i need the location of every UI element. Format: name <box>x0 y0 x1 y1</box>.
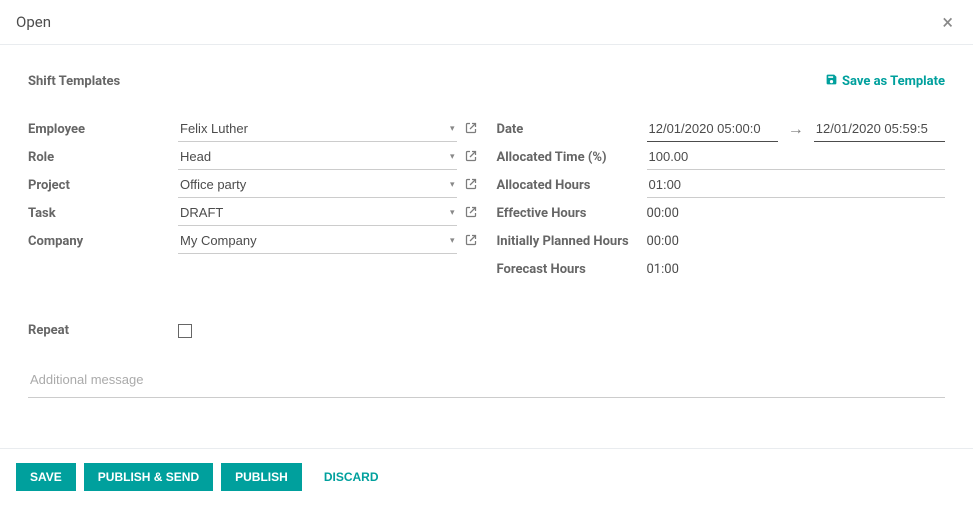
project-label: Project <box>28 178 178 193</box>
additional-message-field[interactable] <box>28 366 945 398</box>
effective-hours-value: 00:00 <box>647 206 679 221</box>
repeat-checkbox[interactable] <box>178 324 192 338</box>
planned-hours-row: Initially Planned Hours 00:00 <box>497 227 946 255</box>
forecast-hours-value: 01:00 <box>647 262 679 277</box>
employee-select[interactable]: ▾ <box>178 116 457 142</box>
publish-button[interactable]: Publish <box>221 463 302 491</box>
publish-send-button[interactable]: Publish & Send <box>84 463 213 491</box>
employee-input[interactable] <box>178 119 457 138</box>
project-input[interactable] <box>178 175 457 194</box>
shift-templates-label: Shift Templates <box>28 74 120 89</box>
planned-hours-value: 00:00 <box>647 234 679 249</box>
external-link-icon[interactable] <box>465 234 477 248</box>
save-as-template-label: Save as Template <box>842 74 945 89</box>
modal-body: Shift Templates Save as Template Employe… <box>0 45 973 408</box>
alloc-time-row: Allocated Time (%) <box>497 143 946 171</box>
external-link-icon[interactable] <box>465 122 477 136</box>
alloc-time-field[interactable] <box>647 144 946 170</box>
effective-hours-label: Effective Hours <box>497 206 647 221</box>
modal-footer: Save Publish & Send Publish Discard <box>0 448 973 509</box>
alloc-hours-row: Allocated Hours <box>497 171 946 199</box>
repeat-label: Repeat <box>28 323 178 338</box>
forecast-hours-row: Forecast Hours 01:00 <box>497 255 946 283</box>
repeat-row: Repeat <box>28 323 945 338</box>
floppy-icon <box>825 73 838 89</box>
project-row: Project ▾ <box>28 171 477 199</box>
date-row: Date → <box>497 115 946 143</box>
date-start-input[interactable] <box>647 119 778 138</box>
date-label: Date <box>497 122 647 137</box>
role-label: Role <box>28 150 178 165</box>
company-select[interactable]: ▾ <box>178 228 457 254</box>
employee-label: Employee <box>28 122 178 137</box>
alloc-hours-field[interactable] <box>647 172 946 198</box>
date-end-field[interactable] <box>814 116 945 142</box>
alloc-time-input[interactable] <box>647 147 946 166</box>
external-link-icon[interactable] <box>465 178 477 192</box>
task-label: Task <box>28 206 178 221</box>
save-button[interactable]: Save <box>16 463 76 491</box>
modal-header: Open × <box>0 0 973 45</box>
task-row: Task ▾ <box>28 199 477 227</box>
date-start-field[interactable] <box>647 116 778 142</box>
modal-open-shift: Open × Shift Templates Save as Template … <box>0 0 973 509</box>
external-link-icon[interactable] <box>465 150 477 164</box>
top-row: Shift Templates Save as Template <box>28 73 945 89</box>
company-input[interactable] <box>178 231 457 250</box>
alloc-hours-input[interactable] <box>647 175 946 194</box>
task-select[interactable]: ▾ <box>178 200 457 226</box>
date-end-input[interactable] <box>814 119 945 138</box>
role-row: Role ▾ <box>28 143 477 171</box>
right-column: Date → Allocated Time (%) <box>497 115 946 283</box>
additional-message-input[interactable] <box>28 366 945 397</box>
external-link-icon[interactable] <box>465 206 477 220</box>
save-as-template-button[interactable]: Save as Template <box>825 73 945 89</box>
project-select[interactable]: ▾ <box>178 172 457 198</box>
arrow-right-icon: → <box>788 121 804 137</box>
alloc-time-label: Allocated Time (%) <box>497 150 647 165</box>
left-column: Employee ▾ Role <box>28 115 477 283</box>
close-icon[interactable]: × <box>938 12 957 32</box>
task-input[interactable] <box>178 203 457 222</box>
company-row: Company ▾ <box>28 227 477 255</box>
company-label: Company <box>28 234 178 249</box>
discard-button[interactable]: Discard <box>310 463 393 491</box>
role-select[interactable]: ▾ <box>178 144 457 170</box>
effective-hours-row: Effective Hours 00:00 <box>497 199 946 227</box>
role-input[interactable] <box>178 147 457 166</box>
employee-row: Employee ▾ <box>28 115 477 143</box>
planned-hours-label: Initially Planned Hours <box>497 234 647 249</box>
forecast-hours-label: Forecast Hours <box>497 262 647 277</box>
form-columns: Employee ▾ Role <box>28 115 945 283</box>
alloc-hours-label: Allocated Hours <box>497 178 647 193</box>
modal-title: Open <box>16 13 51 31</box>
